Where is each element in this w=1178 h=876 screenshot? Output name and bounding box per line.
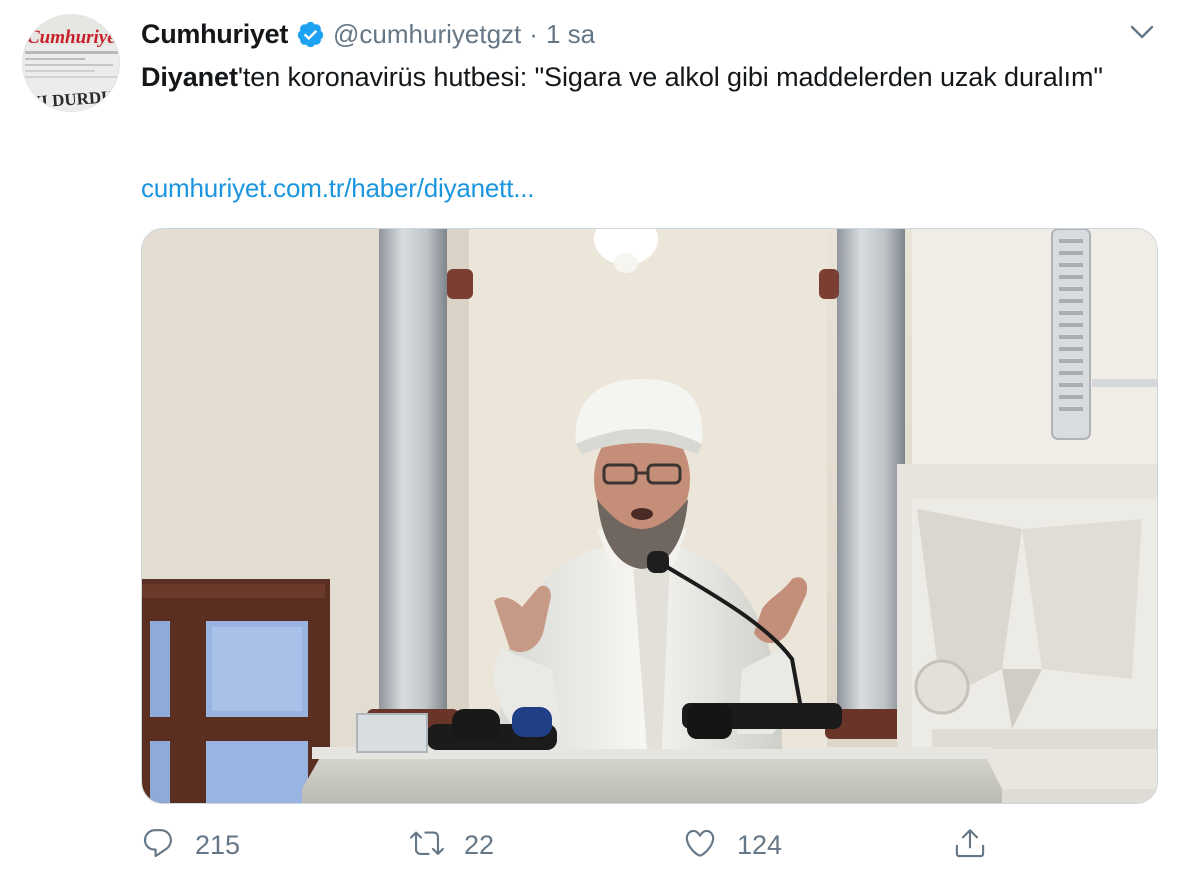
tweet-timestamp[interactable]: 1 sa — [546, 19, 595, 50]
like-button[interactable]: 124 — [683, 826, 782, 864]
heart-icon — [683, 826, 717, 865]
share-button[interactable] — [953, 826, 987, 864]
tweet-text-body: 'ten koronavirüs hutbesi: "Sigara ve alk… — [237, 62, 1103, 92]
retweet-count: 22 — [464, 829, 495, 860]
like-count: 124 — [737, 829, 783, 860]
retweet-button[interactable]: 22 — [410, 826, 494, 864]
retweet-icon — [410, 826, 444, 865]
avatar-logo-text: Cumhuriyet — [27, 27, 120, 48]
share-icon — [953, 826, 987, 865]
chevron-down-icon[interactable] — [1128, 18, 1156, 46]
tweet-text-bold: Diyanet — [141, 62, 238, 92]
tweet-text: Diyanet'ten koronavirüs hutbesi: "Sigara… — [141, 58, 1141, 97]
author-handle[interactable]: @cumhuriyetgzt — [333, 19, 521, 50]
reply-button[interactable]: 215 — [141, 826, 240, 864]
separator-dot: · — [529, 18, 538, 49]
avatar[interactable]: Cumhuriyet YI DURDURD — [22, 14, 120, 112]
verified-badge-icon — [296, 20, 325, 49]
reply-icon — [141, 826, 175, 865]
tweet-photo[interactable] — [141, 228, 1158, 804]
tweet-header: Cumhuriyet @cumhuriyetgzt · 1 sa — [141, 16, 595, 52]
tweet-card[interactable]: Cumhuriyet YI DURDURD Cumhuriyet @cumhur… — [0, 0, 1178, 876]
tweet-link[interactable]: cumhuriyet.com.tr/haber/diyanett... — [141, 173, 534, 204]
author-name[interactable]: Cumhuriyet — [141, 19, 288, 50]
reply-count: 215 — [195, 829, 241, 860]
